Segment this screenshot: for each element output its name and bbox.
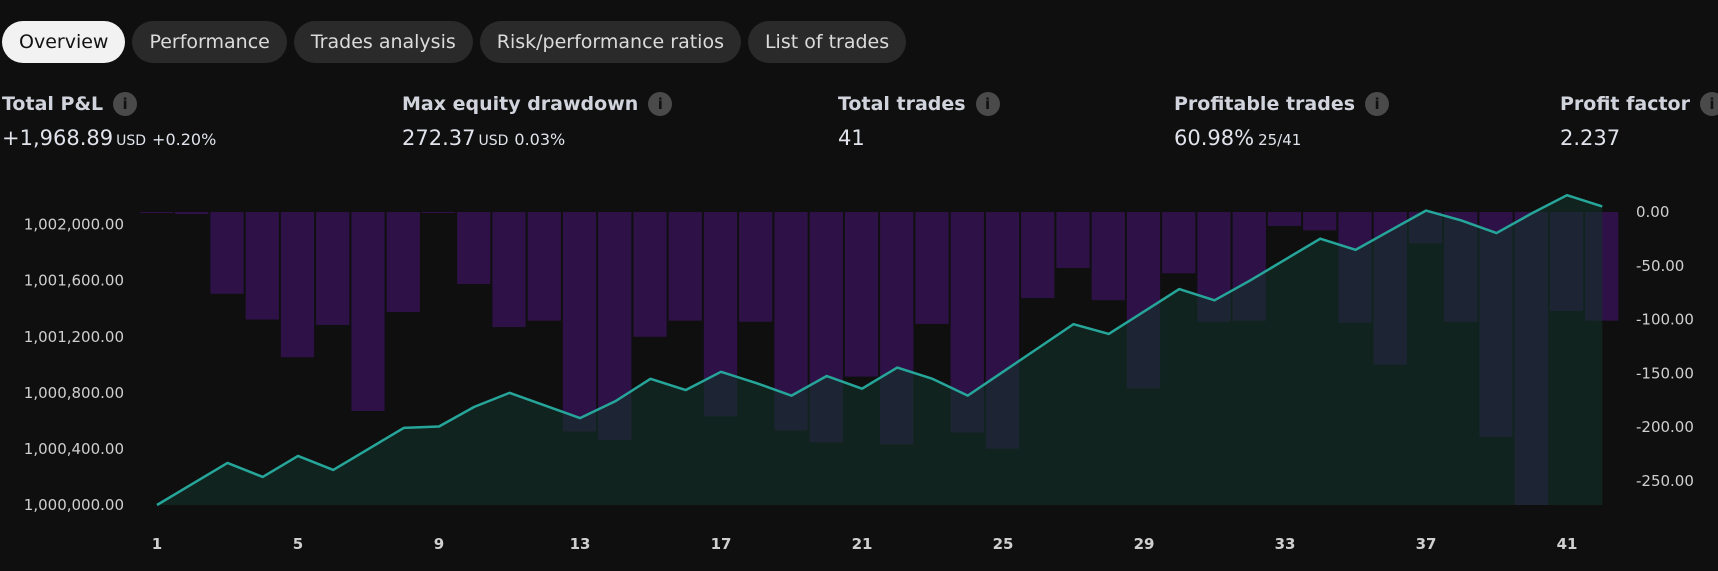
info-icon[interactable]: i [1700, 92, 1718, 116]
drawdown-bar [175, 212, 209, 215]
metric-value: 2.237 [1560, 126, 1621, 150]
metric-profitable-trades: Profitable trades i 60.98% 25/41 [1174, 92, 1390, 150]
left-axis-tick-label: 1,000,400.00 [24, 440, 124, 458]
tab-risk-performance-ratios[interactable]: Risk/performance ratios [479, 21, 741, 63]
drawdown-bar [633, 212, 667, 337]
x-axis-tick-label: 5 [293, 535, 303, 553]
metric-label: Profit factor [1560, 93, 1690, 115]
drawdown-bar [844, 212, 879, 377]
drawdown-bar [1267, 212, 1302, 226]
drawdown-bar [915, 212, 949, 324]
x-axis-tick-label: 37 [1416, 535, 1437, 553]
x-axis-tick-label: 17 [711, 535, 732, 553]
x-axis-tick-label: 33 [1275, 535, 1296, 553]
drawdown-bar [245, 212, 279, 320]
metric-profit-factor: Profit factor i 2.237 [1560, 92, 1718, 150]
metric-value: 60.98% [1174, 126, 1255, 150]
equity-drawdown-chart: 1,000,000.00 1,000,400.00 1,000,800.00 1,00… [24, 193, 1694, 553]
tab-list-of-trades[interactable]: List of trades [747, 21, 907, 63]
info-icon[interactable]: i [113, 92, 138, 116]
x-axis-tick-label: 13 [570, 535, 591, 553]
metric-max-equity-drawdown: Max equity drawdown i 272.37 USD 0.03% [402, 92, 673, 150]
right-axis-tick-label: -50.00 [1636, 257, 1684, 275]
x-axis-tick-label: 21 [852, 535, 873, 553]
metric-label: Total P&L [2, 93, 104, 115]
drawdown-bar [316, 212, 350, 325]
metric-value: 41 [838, 126, 865, 150]
drawdown-bar [739, 212, 773, 322]
metric-percent: 0.03% [514, 130, 566, 149]
drawdown-bar [1303, 212, 1337, 231]
drawdown-bar [492, 212, 526, 328]
drawdown-bar [421, 212, 456, 214]
x-axis-tick-label: 9 [434, 535, 444, 553]
tab-bar: Overview Performance Trades analysis Ris… [2, 21, 907, 63]
left-axis-tick-label: 1,001,200.00 [24, 328, 124, 346]
right-axis-tick-label: -250.00 [1636, 472, 1694, 490]
info-icon[interactable]: i [1365, 92, 1390, 116]
drawdown-bar [562, 212, 597, 432]
x-axis-tick-label: 29 [1134, 535, 1155, 553]
drawdown-bar [457, 212, 491, 285]
right-axis-tick-label: -150.00 [1636, 364, 1694, 382]
info-icon[interactable]: i [648, 92, 673, 116]
metric-value: +1,968.89 [2, 126, 114, 150]
right-axis-tick-label: 0.00 [1636, 203, 1669, 221]
left-axis-tick-label: 1,002,000.00 [24, 216, 124, 234]
metric-label: Max equity drawdown [402, 93, 639, 115]
drawdown-bar [1162, 212, 1196, 274]
drawdown-bar [1056, 212, 1090, 268]
drawdown-bar [351, 212, 385, 412]
right-axis-tick-label: -100.00 [1636, 311, 1694, 329]
drawdown-bar [210, 212, 244, 294]
metric-unit: USD [478, 133, 509, 149]
x-axis-tick-label: 25 [993, 535, 1014, 553]
drawdown-bar [668, 212, 702, 321]
x-axis-tick-label: 1 [152, 535, 162, 553]
metric-value: 272.37 [402, 126, 476, 150]
x-axis-tick-label: 41 [1557, 535, 1578, 553]
metric-total-pnl: Total P&L i +1,968.89 USD +0.20% [2, 92, 216, 150]
drawdown-bar [139, 212, 174, 214]
tab-performance[interactable]: Performance [132, 21, 287, 63]
drawdown-bar [386, 212, 420, 313]
left-axis-tick-label: 1,000,000.00 [24, 496, 124, 514]
drawdown-bar [280, 212, 315, 358]
tab-trades-analysis[interactable]: Trades analysis [293, 21, 473, 63]
left-axis-tick-label: 1,000,800.00 [24, 384, 124, 402]
right-axis-tick-label: -200.00 [1636, 418, 1694, 436]
tab-overview[interactable]: Overview [2, 21, 126, 63]
drawdown-bar [527, 212, 561, 321]
info-icon[interactable]: i [975, 92, 1000, 116]
metric-percent: +0.20% [152, 130, 217, 149]
metric-unit: USD [116, 133, 147, 149]
drawdown-bar [1021, 212, 1055, 299]
left-axis-tick-label: 1,001,600.00 [24, 272, 124, 290]
drawdown-bar [1091, 212, 1125, 301]
metric-label: Profitable trades [1174, 93, 1356, 115]
metric-total-trades: Total trades i 41 [838, 92, 1000, 150]
metric-ratio: 25/41 [1258, 131, 1302, 149]
metric-label: Total trades [838, 93, 966, 115]
